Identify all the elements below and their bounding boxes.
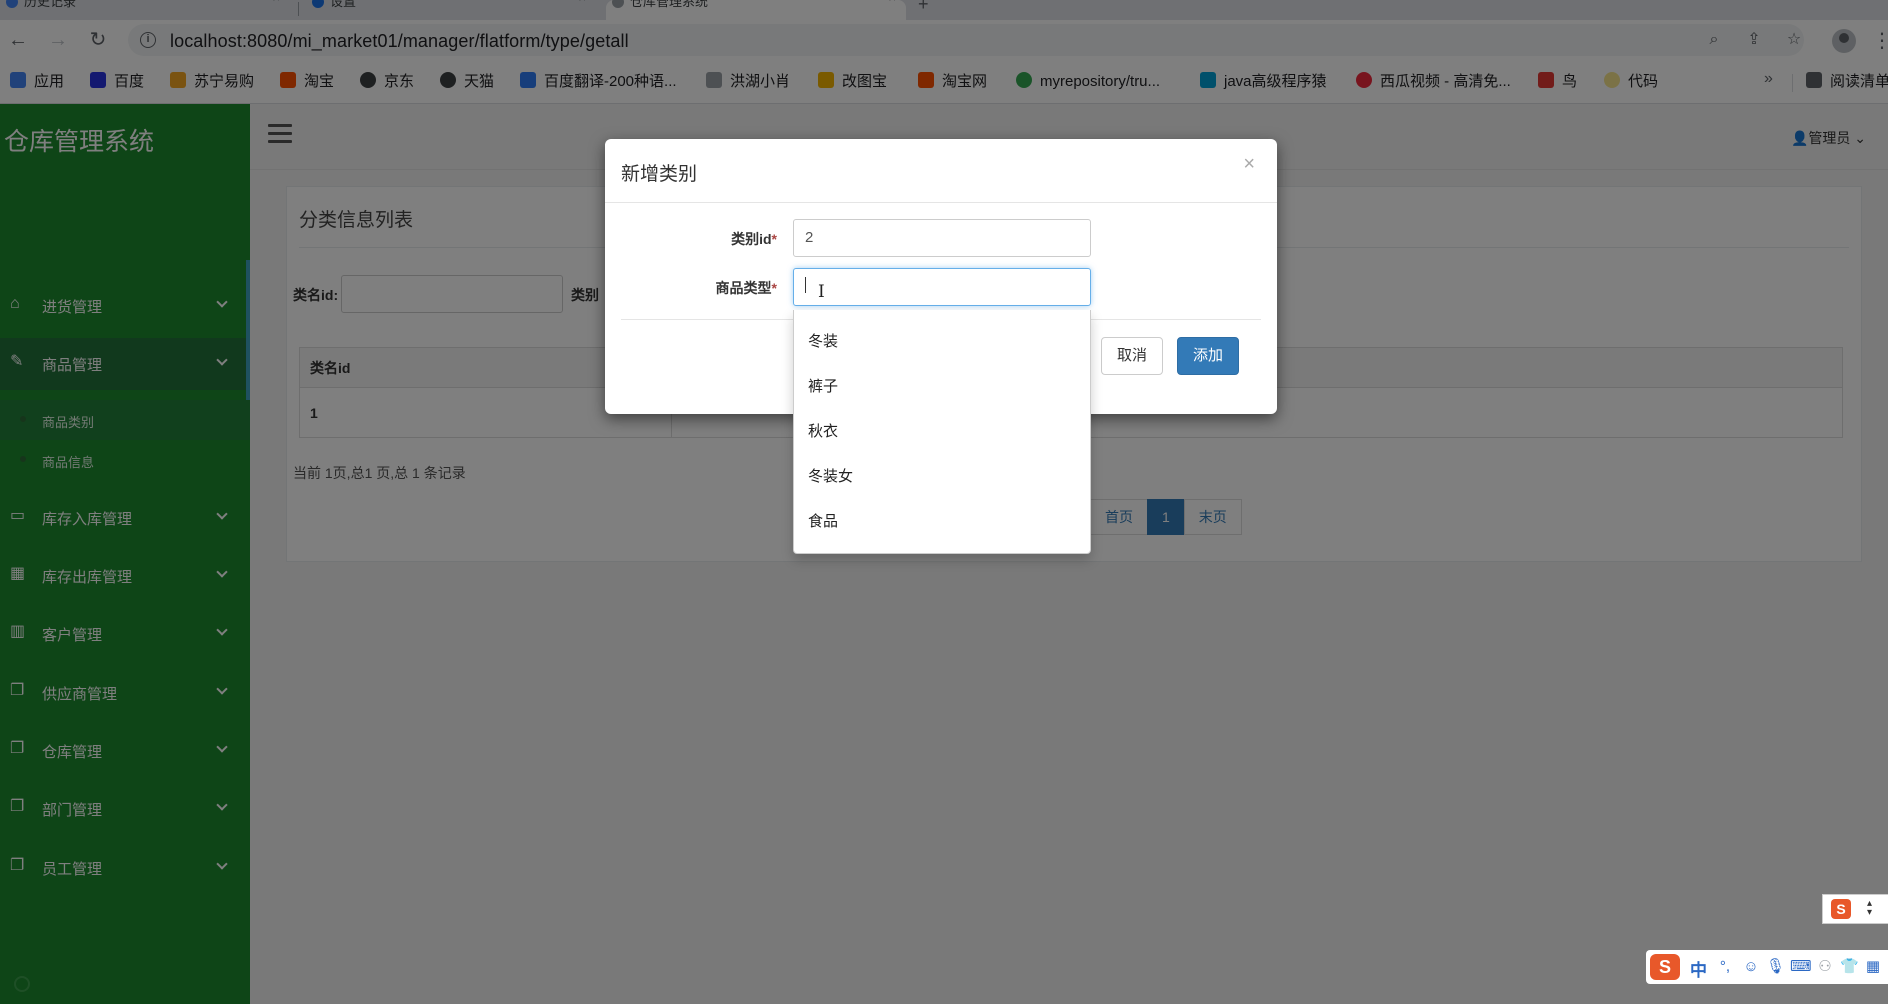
required-mark: * — [771, 280, 777, 296]
ime-floating-widget[interactable]: S ▴ ▾ — [1822, 894, 1888, 924]
category-id-input[interactable]: 2 — [793, 219, 1091, 257]
goods-type-input[interactable]: I — [793, 268, 1091, 306]
goods-type-label: 商品类型* — [617, 278, 777, 298]
suggestion-item[interactable]: 冬装女 — [808, 465, 853, 486]
add-button[interactable]: 添加 — [1177, 337, 1239, 375]
close-icon[interactable]: × — [1243, 153, 1255, 176]
label-text: 商品类型 — [715, 280, 772, 296]
ibeam-cursor-icon: I — [818, 282, 825, 302]
microphone-icon[interactable]: 🎙 — [1766, 958, 1785, 976]
ime-punctuation-toggle[interactable]: °, — [1716, 958, 1734, 976]
suggestion-item[interactable]: 裤子 — [808, 375, 838, 396]
label-text: 类别id — [731, 231, 772, 247]
emoji-icon[interactable]: ☺ — [1742, 958, 1760, 976]
required-mark: * — [771, 231, 777, 247]
ime-arrows-icon[interactable]: ▴ ▾ — [1867, 899, 1872, 918]
suggestion-item[interactable]: 秋衣 — [808, 420, 838, 441]
ime-language-toggle[interactable]: 中 — [1690, 956, 1707, 981]
sogou-logo-icon: S — [1831, 899, 1851, 919]
user-icon[interactable]: ⚇ — [1816, 958, 1834, 976]
keyboard-icon[interactable]: ⌨ — [1790, 958, 1812, 976]
suggestion-item[interactable]: 冬装 — [808, 330, 838, 351]
suggestion-item[interactable]: 食品 — [808, 510, 838, 531]
modal-title: 新增类别 — [621, 164, 698, 185]
divider — [605, 202, 1277, 203]
skin-icon[interactable]: 👕 — [1840, 958, 1859, 976]
category-id-label: 类别id* — [617, 229, 777, 249]
ime-toolbar: S 中 °, ☺ 🎙 ⌨ ⚇ 👕 ▦ — [1646, 950, 1888, 984]
cancel-button[interactable]: 取消 — [1101, 337, 1163, 375]
category-id-value: 2 — [805, 229, 814, 246]
goods-type-suggestions: 冬装 裤子 秋衣 冬装女 食品 — [793, 310, 1091, 554]
text-caret — [805, 277, 806, 293]
apps-grid-icon[interactable]: ▦ — [1864, 958, 1882, 976]
sogou-logo-icon[interactable]: S — [1650, 954, 1680, 980]
